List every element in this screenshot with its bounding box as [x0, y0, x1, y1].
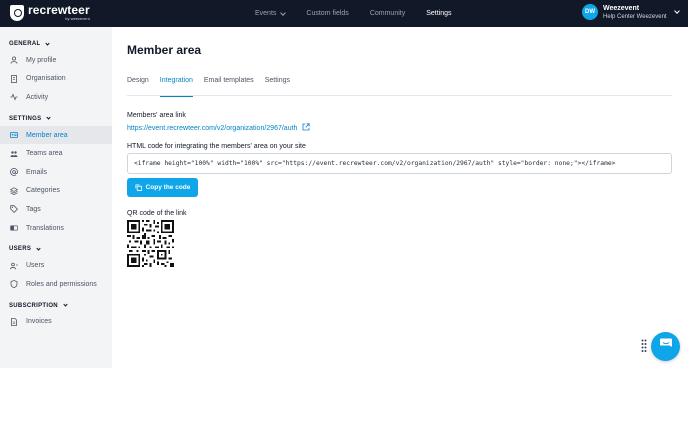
tab-settings[interactable]: Settings	[265, 77, 290, 96]
tab-integration[interactable]: Integration	[159, 77, 193, 97]
sidebar-item-emails[interactable]: Emails	[0, 163, 112, 182]
top-bar: recrewteer by weezevent Events Custom fi…	[0, 0, 688, 27]
copy-code-label: Copy the code	[145, 184, 191, 191]
topnav-community[interactable]: Community	[370, 10, 405, 17]
id-card-icon	[10, 131, 18, 139]
copy-code-button[interactable]: Copy the code	[127, 178, 198, 197]
html-code-field[interactable]: <iframe height="100%" width="100%" src="…	[127, 153, 672, 174]
chevron-down-icon	[46, 115, 52, 120]
users-icon	[10, 262, 18, 270]
html-code-label: HTML code for integrating the members' a…	[127, 143, 306, 150]
page-title: Member area	[127, 43, 202, 57]
sidebar-item-roles-and-permissions[interactable]: Roles and permissions	[0, 275, 112, 294]
tab-email-templates[interactable]: Email templates	[204, 77, 254, 96]
sidebar-item-translations[interactable]: Translations	[0, 219, 112, 238]
chevron-down-icon	[63, 302, 68, 307]
sidebar-item-organisation[interactable]: Organisation	[0, 70, 112, 89]
sidebar-item-tags[interactable]: Tags	[0, 200, 112, 219]
building-icon	[10, 74, 18, 83]
avatar: DW	[582, 4, 598, 20]
activity-icon	[10, 93, 18, 102]
external-link-icon	[302, 123, 311, 133]
topnav-custom-fields[interactable]: Custom fields	[306, 10, 348, 17]
user-org: Help Center Weezevent	[603, 13, 667, 20]
user-menu[interactable]: DW Weezevent Help Center Weezevent	[582, 4, 680, 20]
qr-code-image	[127, 220, 174, 267]
sidebar: GENERAL My profile Organisation Activity…	[0, 27, 112, 368]
sidebar-item-categories[interactable]: Categories	[0, 182, 112, 201]
chat-icon	[659, 337, 673, 356]
sidebar-section-general[interactable]: GENERAL	[0, 37, 112, 51]
chat-button[interactable]	[651, 332, 680, 361]
tab-bar: Design Integration Email templates Setti…	[127, 77, 672, 97]
logo-icon	[10, 4, 24, 21]
file-icon	[10, 317, 18, 326]
chevron-down-icon	[280, 9, 287, 16]
sidebar-item-teams-area[interactable]: Teams area	[0, 144, 112, 163]
brand-sub: by weezevent	[65, 16, 90, 21]
tab-design[interactable]: Design	[127, 77, 149, 96]
user-name: Weezevent	[603, 4, 640, 12]
sidebar-item-activity[interactable]: Activity	[0, 88, 112, 107]
sidebar-section-users[interactable]: USERS	[0, 242, 112, 256]
shield-icon	[10, 280, 18, 289]
topnav-events[interactable]: Events	[255, 9, 287, 17]
team-icon	[10, 150, 18, 158]
chevron-down-icon	[45, 40, 51, 46]
members-area-url: https://event.recrewteer.com/v2/organiza…	[127, 124, 298, 132]
at-sign-icon	[10, 168, 18, 177]
translate-icon	[10, 224, 18, 232]
qr-code-label: QR code of the link	[127, 210, 187, 217]
sidebar-section-subscription[interactable]: SUBSCRIPTION	[0, 299, 112, 313]
members-link-label: Members' area link	[127, 112, 186, 119]
sidebar-item-users[interactable]: Users	[0, 256, 112, 275]
sidebar-section-settings[interactable]: SETTINGS	[0, 112, 112, 126]
user-icon	[10, 56, 18, 64]
sidebar-item-my-profile[interactable]: My profile	[0, 51, 112, 70]
members-area-link[interactable]: https://event.recrewteer.com/v2/organiza…	[127, 123, 311, 133]
sidebar-item-member-area[interactable]: Member area	[0, 125, 112, 145]
chevron-down-icon	[36, 246, 41, 251]
layers-icon	[10, 187, 18, 195]
topnav-settings[interactable]: Settings	[426, 10, 451, 17]
brand-logo[interactable]: recrewteer by weezevent	[10, 4, 90, 21]
html-code-text: <iframe height="100%" width="100%" src="…	[134, 160, 616, 167]
brand-name: recrewteer	[28, 3, 90, 17]
top-nav: Events Custom fields Community Settings	[255, 0, 473, 27]
chevron-down-icon	[673, 8, 680, 14]
tag-icon	[10, 205, 18, 214]
sidebar-item-invoices[interactable]: Invoices	[0, 313, 112, 332]
drag-handle-icon[interactable]	[641, 339, 647, 353]
copy-icon	[135, 184, 142, 191]
